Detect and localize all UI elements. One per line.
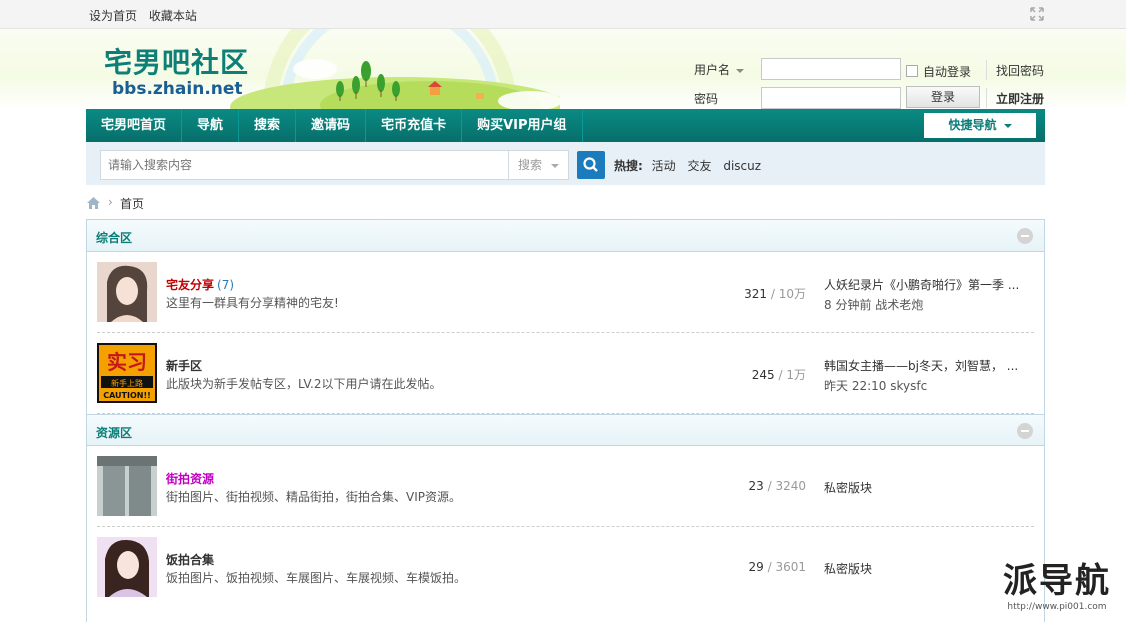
nav-item-buy-vip[interactable]: 购买VIP用户组	[462, 109, 583, 142]
watermark: 派导航 http://www.pi001.com	[997, 560, 1117, 612]
forum-stats: 23 / 3240	[748, 479, 807, 493]
forum-thumbnail[interactable]	[97, 537, 157, 597]
private-forum-label: 私密版块	[824, 481, 873, 495]
login-form: 用户名 自动登录 找回密码 密码 登录 立即注册	[694, 52, 1054, 112]
nav-item-home[interactable]: 宅男吧首页	[86, 109, 183, 142]
practice-big-label: 实习	[107, 350, 147, 374]
hot-search-item[interactable]: 交友	[687, 159, 711, 173]
nav-item-invite-code[interactable]: 邀请码	[296, 109, 367, 142]
divider	[986, 88, 987, 108]
quick-nav-button[interactable]: 快捷导航	[924, 113, 1036, 138]
forum-name-newbie[interactable]: 新手区	[166, 357, 202, 374]
password-label: 密码	[694, 92, 719, 106]
top-links: 设为首页 收藏本站	[89, 7, 205, 24]
forum-thumbnail[interactable]	[97, 262, 157, 322]
forgot-password-link[interactable]: 找回密码	[996, 62, 1044, 79]
forum-description: 饭拍图片、饭拍视频、车展图片、车展视频、车模饭拍。	[166, 571, 467, 585]
last-post-meta[interactable]: 昨天 22:10 skysfc	[824, 377, 1024, 394]
last-post: 私密版块	[824, 560, 1024, 577]
username-input[interactable]	[761, 58, 901, 80]
nav-item-guide[interactable]: 导航	[182, 109, 240, 142]
logo-name: 宅男吧社区	[104, 46, 250, 79]
search-type-select[interactable]: 搜索	[508, 150, 569, 180]
forum-list: 综合区 宅友分享 (7) 这里有一群具有分享精神的宅友! 321 / 10万 人妖…	[86, 219, 1045, 622]
hot-searches: 热搜: 活动 交友 discuz	[614, 157, 769, 174]
forum-description: 街拍图片、街拍视频、精品街拍，街拍合集、VIP资源。	[166, 490, 461, 504]
forum-thumbnail[interactable]	[97, 456, 157, 516]
forum-thumbnail[interactable]: 实习 新手上路 CAUTION!!	[97, 343, 157, 403]
last-post-meta[interactable]: 8 分钟前 战术老炮	[824, 296, 1024, 313]
forum-name-fan-photos[interactable]: 饭拍合集	[166, 551, 214, 568]
fullscreen-icon[interactable]	[1030, 7, 1044, 21]
last-post-title[interactable]: 人妖纪录片《小鹏奇啪行》第一季 ...	[824, 276, 1024, 293]
category-header: 资源区	[87, 414, 1044, 446]
breadcrumb-separator-icon: ›	[108, 195, 113, 209]
forum-description: 此版块为新手发帖专区，LV.2以下用户请在此发帖。	[166, 377, 442, 391]
chevron-down-icon	[736, 68, 745, 73]
new-post-count: (7)	[217, 278, 235, 292]
private-forum-label: 私密版块	[824, 562, 873, 576]
forum-stats: 245 / 1万	[751, 368, 806, 382]
username-label[interactable]: 用户名	[694, 61, 745, 78]
category-title[interactable]: 资源区	[96, 424, 132, 441]
top-bar: 设为首页 收藏本站	[0, 0, 1126, 29]
breadcrumb-current[interactable]: 首页	[120, 195, 144, 212]
nav-item-search[interactable]: 搜索	[239, 109, 297, 142]
watermark-title: 派导航	[1003, 561, 1111, 601]
auto-login-checkbox[interactable]	[906, 65, 918, 77]
password-input[interactable]	[761, 87, 901, 109]
forum-row: 实习 新手上路 CAUTION!! 新手区 此版块为新手发帖专区，LV.2以下用…	[97, 333, 1034, 414]
login-button[interactable]: 登录	[906, 86, 980, 108]
set-home-link[interactable]: 设为首页	[89, 9, 137, 23]
header: 宅男吧社区 bbs.zhain.net 用户名 自动登录 找回密码 密码 登录 …	[0, 29, 1126, 109]
hot-search-item[interactable]: 活动	[652, 159, 676, 173]
forum-name-share[interactable]: 宅友分享 (7)	[166, 276, 234, 293]
header-landscape-image	[230, 29, 560, 109]
last-post: 私密版块	[824, 479, 1024, 496]
site-logo[interactable]: 宅男吧社区 bbs.zhain.net	[104, 46, 250, 100]
register-link[interactable]: 立即注册	[996, 90, 1044, 107]
forum-row: 宅友分享 (7) 这里有一群具有分享精神的宅友! 321 / 10万 人妖纪录片《…	[97, 252, 1034, 333]
home-icon[interactable]	[86, 196, 101, 210]
search-button[interactable]	[577, 151, 605, 179]
chevron-down-icon	[1003, 123, 1012, 128]
auto-login-label[interactable]: 自动登录	[923, 63, 971, 80]
logo-domain: bbs.zhain.net	[112, 79, 243, 99]
last-post: 韩国女主播——bj冬天，刘智慧， ... 昨天 22:10 skysfc	[824, 357, 1024, 394]
divider	[986, 60, 987, 80]
forum-stats: 29 / 3601	[748, 560, 807, 574]
main-nav: 宅男吧首页 导航 搜索 邀请码 宅币充值卡 购买VIP用户组 快捷导航	[86, 109, 1045, 142]
search-bar: 搜索 热搜: 活动 交友 discuz	[86, 142, 1045, 185]
hot-search-label: 热搜:	[614, 159, 643, 173]
bookmark-link[interactable]: 收藏本站	[149, 9, 197, 23]
hot-search-item[interactable]: discuz	[723, 159, 761, 173]
search-input[interactable]	[100, 150, 508, 180]
category-title[interactable]: 综合区	[96, 229, 132, 246]
last-post: 人妖纪录片《小鹏奇啪行》第一季 ... 8 分钟前 战术老炮	[824, 276, 1024, 313]
chevron-down-icon	[551, 163, 560, 168]
search-icon	[583, 157, 598, 172]
practice-mid-label: 新手上路	[111, 378, 143, 388]
watermark-url: http://www.pi001.com	[1007, 602, 1107, 612]
collapse-icon[interactable]	[1017, 228, 1033, 244]
forum-row: 街拍资源 街拍图片、街拍视频、精品街拍，街拍合集、VIP资源。 23 / 324…	[97, 446, 1034, 527]
forum-row: 饭拍合集 饭拍图片、饭拍视频、车展图片、车展视频、车模饭拍。 29 / 3601…	[97, 527, 1034, 608]
forum-name-street[interactable]: 街拍资源	[166, 470, 214, 487]
forum-description: 这里有一群具有分享精神的宅友!	[166, 296, 339, 310]
last-post-title[interactable]: 韩国女主播——bj冬天，刘智慧， ...	[824, 357, 1024, 374]
category-header: 综合区	[87, 220, 1044, 252]
forum-stats: 321 / 10万	[744, 287, 806, 301]
nav-item-recharge-card[interactable]: 宅币充值卡	[366, 109, 463, 142]
collapse-icon[interactable]	[1017, 423, 1033, 439]
practice-small-label: CAUTION!!	[103, 391, 151, 400]
